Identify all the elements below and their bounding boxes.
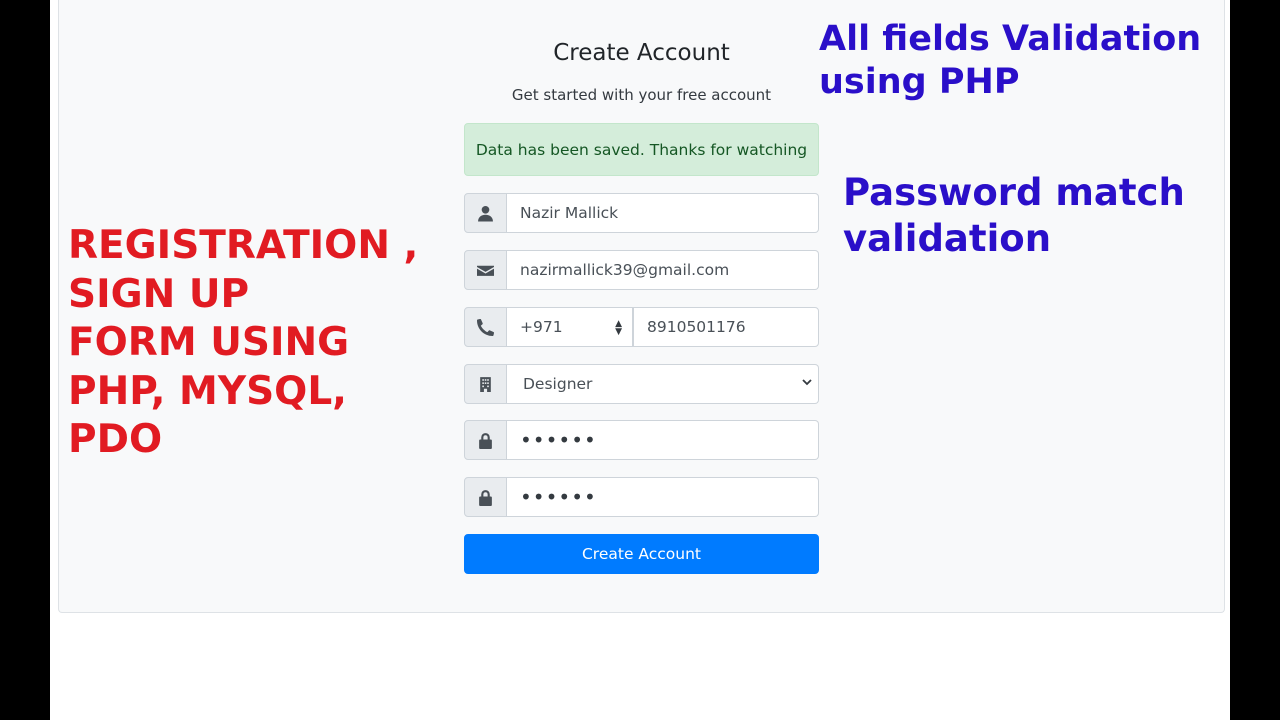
caption-line: REGISTRATION , — [68, 223, 419, 268]
password-field[interactable]: •••••• — [507, 420, 819, 460]
name-field[interactable]: Nazir Mallick — [507, 193, 819, 233]
updown-arrows-icon: ▲ ▼ — [615, 319, 622, 337]
caption-line: SIGN UP — [68, 271, 250, 317]
caption-line: using PHP — [819, 62, 1020, 102]
job-type-value: Designer — [523, 375, 593, 393]
lock-icon — [464, 477, 507, 517]
caption-line: PHP, MYSQL, — [68, 368, 347, 414]
page-title: Create Account — [553, 40, 730, 66]
success-alert: Data has been saved. Thanks for watching — [464, 123, 819, 176]
registration-caption: REGISTRATION , SIGN UP FORM USING PHP, M… — [68, 222, 448, 465]
envelope-icon — [464, 250, 507, 290]
email-field[interactable]: nazirmallick39@gmail.com — [507, 250, 819, 290]
country-code-value: +971 — [520, 318, 563, 336]
password-match-caption: Password match validation — [843, 170, 1228, 262]
user-icon — [464, 193, 507, 233]
country-code-select[interactable]: +971 ▲ ▼ — [507, 307, 633, 347]
caption-line: PDO — [68, 417, 163, 462]
caption-line: All fields Validation — [819, 19, 1202, 59]
caption-line: FORM USING — [68, 320, 350, 365]
repeat-password-input-group: •••••• — [464, 477, 819, 517]
caption-line: validation — [843, 217, 1052, 260]
phone-field[interactable]: 8910501176 — [633, 307, 819, 347]
page-subtitle: Get started with your free account — [511, 86, 772, 104]
chevron-down-icon — [802, 379, 812, 386]
repeat-password-field[interactable]: •••••• — [507, 477, 819, 517]
job-type-select[interactable]: Designer — [507, 364, 819, 404]
job-type-input-group: Designer — [464, 364, 819, 404]
phone-icon — [464, 307, 507, 347]
email-input-group: nazirmallick39@gmail.com — [464, 250, 819, 290]
create-account-button[interactable]: Create Account — [464, 534, 819, 574]
building-icon — [464, 364, 507, 404]
password-input-group: •••••• — [464, 420, 819, 460]
lock-icon — [464, 420, 507, 460]
validation-caption: All fields Validation using PHP — [819, 18, 1229, 104]
name-input-group: Nazir Mallick — [464, 193, 819, 233]
phone-input-group: +971 ▲ ▼ 8910501176 — [464, 307, 819, 347]
caption-line: Password match — [843, 171, 1185, 214]
